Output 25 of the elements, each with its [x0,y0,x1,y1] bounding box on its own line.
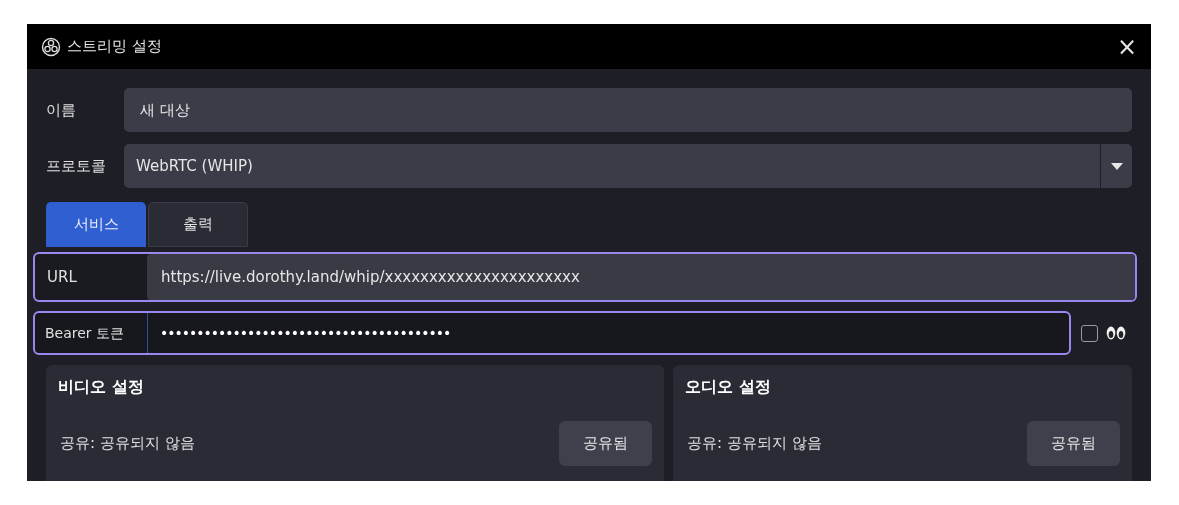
panel-title: 비디오 설정 [58,376,145,398]
token-value: •••••••••••••••••••••••••••••••••••••••• [147,313,1069,353]
tab[interactable]: 서비스 [46,202,146,247]
url-field[interactable]: URL https://live.dorothy.land/whip/xxxxxxxxxxxxxxxxxxxxxx [33,252,1137,302]
field-label: 이름 [46,99,77,121]
close-button[interactable]: × [1116,34,1137,59]
share-button[interactable]: 공유됨 [559,421,652,466]
dropdown-value: WebRTC (WHIP) [136,155,254,177]
share-status: 공유: 공유되지 않음 [59,433,195,455]
window-title: 스트리밍 설정 [67,36,162,58]
caret-icon [1110,162,1123,170]
field-label: URL [46,266,78,288]
protocol-dropdown[interactable]: WebRTC (WHIP) [124,144,1132,188]
field-label: 프로토콜 [46,155,107,177]
field-label: Bearer 토큰 [44,323,126,343]
app-logo-icon [41,36,61,57]
share-button[interactable]: 공유됨 [1027,421,1120,466]
token-field[interactable]: Bearer 토큰 •••••••••••••••••••••••••••••••••••••••• [33,311,1071,355]
name-input-field[interactable]: 새 대상 [124,88,1132,132]
share-status: 공유: 공유되지 않음 [686,433,822,455]
url-value: https://live.dorothy.land/whip/xxxxxxxxxxxxxxxxxxxxxx [147,254,1135,300]
show-checkbox[interactable] [1081,324,1098,342]
eyes-icon [1106,325,1126,341]
tab[interactable]: 출력 [148,202,248,247]
panel-title: 오디오 설정 [685,376,772,398]
